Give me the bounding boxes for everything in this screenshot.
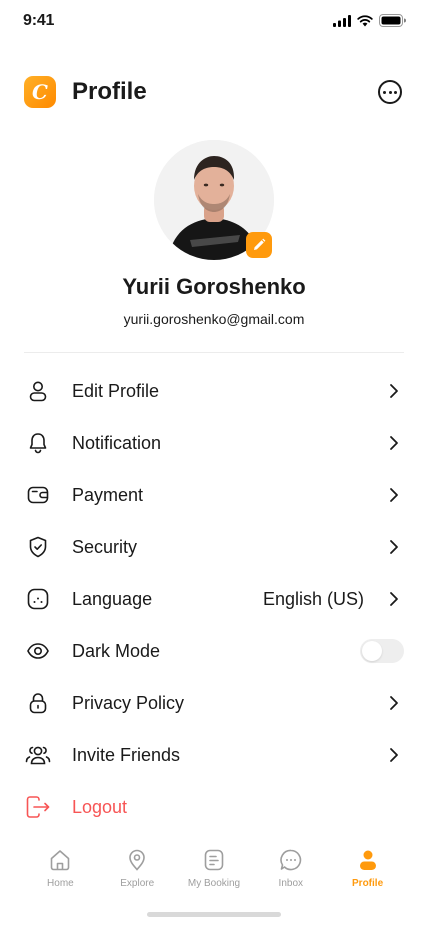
tab-profile[interactable]: Profile <box>330 840 406 896</box>
chevron-right-icon <box>388 695 400 711</box>
app-logo-letter: C <box>32 80 48 104</box>
tab-label: My Booking <box>187 878 241 889</box>
page-title: Profile <box>72 78 147 105</box>
menu-label: Payment <box>72 484 144 505</box>
menu-item-invite-friends[interactable]: Invite Friends <box>24 729 404 781</box>
chat-icon <box>279 848 303 872</box>
menu-label: Dark Mode <box>72 640 161 661</box>
menu-item-security[interactable]: Security <box>24 521 404 573</box>
chevron-right-icon <box>388 591 400 607</box>
status-bar: 9:41 <box>0 0 428 44</box>
settings-menu: Edit Profile Notification Payment Securi… <box>24 365 404 833</box>
language-value: English (US) <box>262 588 364 609</box>
users-icon <box>24 741 52 769</box>
tab-label: Inbox <box>278 878 304 889</box>
shield-check-icon <box>24 533 52 561</box>
menu-label: Invite Friends <box>72 744 181 765</box>
menu-item-payment[interactable]: Payment <box>24 469 404 521</box>
chevron-right-icon <box>388 487 400 503</box>
wifi-icon <box>357 14 373 26</box>
tab-inbox[interactable]: Inbox <box>253 840 329 896</box>
status-icons <box>333 14 406 27</box>
menu-item-dark-mode: Dark Mode <box>24 625 404 677</box>
chevron-right-icon <box>388 435 400 451</box>
home-icon <box>48 848 72 872</box>
more-dot-icon <box>394 90 397 94</box>
menu-item-logout[interactable]: Logout <box>24 781 404 833</box>
chevron-right-icon <box>388 747 400 763</box>
user-name: Yurii Goroshenko <box>122 274 306 299</box>
chevron-right-icon <box>388 539 400 555</box>
menu-label: Logout <box>72 796 128 817</box>
tab-explore[interactable]: Explore <box>99 840 175 896</box>
user-email: yurii.goroshenko@gmail.com <box>123 311 305 327</box>
app-logo: C <box>24 76 56 108</box>
menu-label: Edit Profile <box>72 380 160 401</box>
home-indicator[interactable] <box>147 912 281 917</box>
logout-icon <box>24 793 52 821</box>
header: C Profile <box>24 76 404 108</box>
language-icon <box>24 585 52 613</box>
lock-icon <box>24 689 52 717</box>
more-dot-icon <box>388 90 392 94</box>
location-pin-icon <box>125 848 149 872</box>
toggle-knob <box>362 641 382 661</box>
cellular-signal-icon <box>333 14 351 27</box>
menu-item-privacy-policy[interactable]: Privacy Policy <box>24 677 404 729</box>
avatar-container <box>154 140 274 260</box>
edit-avatar-button[interactable] <box>246 232 272 258</box>
bell-icon <box>24 429 52 457</box>
tab-label: Profile <box>352 878 384 889</box>
menu-item-edit-profile[interactable]: Edit Profile <box>24 365 404 417</box>
menu-label: Privacy Policy <box>72 692 185 713</box>
wallet-icon <box>24 481 52 509</box>
eye-icon <box>24 637 52 665</box>
tab-label: Explore <box>120 878 155 889</box>
tab-my-booking[interactable]: My Booking <box>176 840 252 896</box>
user-icon <box>24 377 52 405</box>
divider <box>24 352 404 353</box>
menu-label: Security <box>72 536 138 557</box>
document-icon <box>202 848 226 872</box>
tab-label: Home <box>47 878 74 889</box>
pencil-icon <box>254 238 266 250</box>
status-time: 9:41 <box>23 12 55 29</box>
menu-item-notification[interactable]: Notification <box>24 417 404 469</box>
more-dot-icon <box>383 90 386 94</box>
dark-mode-toggle[interactable] <box>360 639 404 663</box>
menu-label: Notification <box>72 432 162 453</box>
menu-label: Language <box>72 588 153 609</box>
chevron-right-icon <box>388 383 400 399</box>
bottom-tab-bar: Home Explore My Booking Inbox Profile <box>0 840 428 896</box>
more-options-button[interactable] <box>378 80 402 104</box>
menu-item-language[interactable]: Language English (US) <box>24 573 404 625</box>
user-icon <box>356 848 380 872</box>
battery-icon <box>379 14 406 27</box>
tab-home[interactable]: Home <box>22 840 98 896</box>
